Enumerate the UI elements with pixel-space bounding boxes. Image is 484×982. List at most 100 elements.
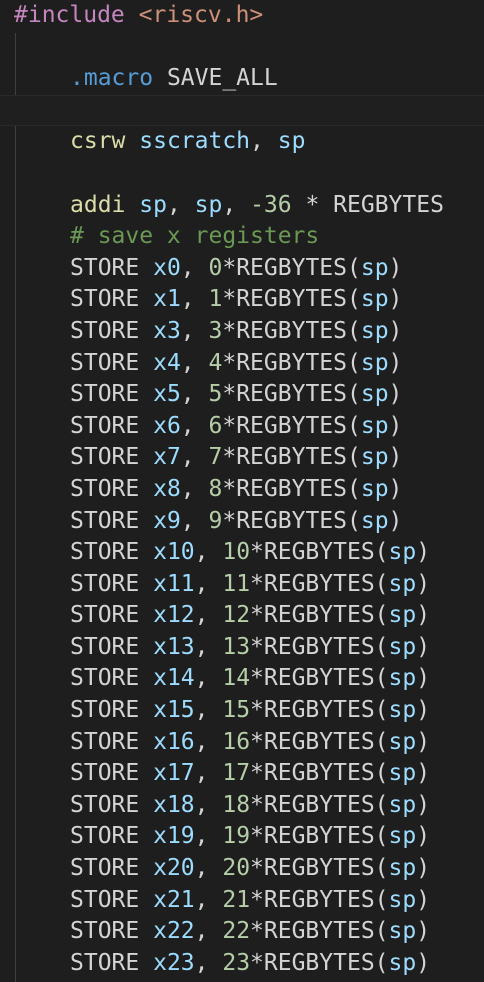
code-token: *REGBYTES( [222, 254, 361, 281]
code-line[interactable]: STORE x15, 15*REGBYTES(sp) [0, 695, 484, 727]
code-line[interactable]: STORE x10, 10*REGBYTES(sp) [0, 537, 484, 569]
code-token: STORE [70, 602, 154, 629]
code-token: STORE [70, 886, 154, 913]
code-token: <riscv.h> [138, 2, 264, 28]
code-token: ) [416, 918, 431, 945]
code-line[interactable]: STORE x7, 7*REGBYTES(sp) [0, 442, 484, 474]
code-token: STORE [70, 697, 154, 724]
code-line[interactable]: STORE x4, 4*REGBYTES(sp) [0, 348, 484, 380]
code-line[interactable]: STORE x11, 11*REGBYTES(sp) [0, 569, 484, 601]
code-token: ) [388, 349, 403, 376]
code-line[interactable]: STORE x13, 13*REGBYTES(sp) [0, 632, 484, 664]
code-token: 18 [222, 791, 251, 818]
code-token: sp [388, 918, 417, 945]
code-token: x19 [153, 823, 195, 850]
code-line[interactable]: STORE x8, 8*REGBYTES(sp) [0, 474, 484, 506]
code-line[interactable]: #include <riscv.h> [0, 0, 484, 32]
code-token: ) [416, 791, 431, 818]
code-line[interactable]: .macro SAVE_ALL [0, 63, 484, 95]
code-line[interactable]: # save x registers [0, 221, 484, 253]
code-token: x10 [153, 539, 195, 566]
code-token: x20 [153, 855, 195, 882]
code-token: * REGBYTES [291, 191, 444, 218]
code-token: 22 [222, 918, 251, 945]
code-line[interactable]: STORE x12, 12*REGBYTES(sp) [0, 600, 484, 632]
code-token: ) [416, 823, 431, 850]
code-line[interactable]: STORE x21, 21*REGBYTES(sp) [0, 885, 484, 917]
code-line[interactable]: STORE x1, 1*REGBYTES(sp) [0, 284, 484, 316]
code-token: ) [416, 760, 431, 787]
code-line[interactable]: STORE x3, 3*REGBYTES(sp) [0, 316, 484, 348]
code-token: 6 [208, 412, 223, 439]
code-token: *REGBYTES( [250, 886, 389, 913]
code-token: 14 [222, 665, 251, 692]
code-token: 5 [208, 381, 223, 408]
code-line[interactable]: addi sp, sp, -36 * REGBYTES [0, 190, 484, 222]
code-line[interactable]: STORE x16, 16*REGBYTES(sp) [0, 727, 484, 759]
code-token: sp [360, 254, 389, 281]
code-token: , [180, 254, 209, 281]
code-token: x22 [153, 918, 195, 945]
code-editor[interactable]: #include <riscv.h>​.macro SAVE_ALL​csrw … [0, 0, 484, 982]
code-token: , [180, 381, 209, 408]
code-token: STORE [70, 475, 154, 502]
code-lines[interactable]: #include <riscv.h>​.macro SAVE_ALL​csrw … [0, 0, 484, 979]
code-token: sp [388, 823, 417, 850]
code-token: x23 [153, 949, 195, 976]
code-line[interactable]: STORE x9, 9*REGBYTES(sp) [0, 506, 484, 538]
code-token: sp [139, 191, 167, 218]
code-token: -36 [250, 191, 292, 218]
current-line[interactable]: ​ [0, 94, 484, 127]
code-token: , [194, 791, 223, 818]
code-token: , [194, 697, 223, 724]
code-token: 4 [208, 349, 223, 376]
code-token: x14 [153, 665, 195, 692]
code-token: , [180, 444, 209, 471]
code-token: ) [416, 728, 431, 755]
code-line[interactable]: STORE x6, 6*REGBYTES(sp) [0, 411, 484, 443]
code-token: sp [388, 665, 417, 692]
code-line[interactable]: STORE x0, 0*REGBYTES(sp) [0, 253, 484, 285]
code-token: sp [388, 886, 417, 913]
code-token: , [180, 286, 209, 313]
code-line[interactable]: STORE x19, 19*REGBYTES(sp) [0, 821, 484, 853]
code-token: STORE [70, 728, 154, 755]
code-token: x12 [153, 602, 195, 629]
code-token: sp [388, 728, 417, 755]
code-line[interactable]: STORE x14, 14*REGBYTES(sp) [0, 663, 484, 695]
code-line[interactable]: STORE x17, 17*REGBYTES(sp) [0, 758, 484, 790]
code-token: 15 [222, 697, 251, 724]
code-line[interactable]: STORE x23, 23*REGBYTES(sp) [0, 948, 484, 980]
code-line[interactable]: ​ [0, 158, 484, 190]
code-token: 3 [208, 317, 223, 344]
code-token: x18 [153, 791, 195, 818]
code-token: *REGBYTES( [222, 507, 361, 534]
code-line[interactable]: csrw sscratch, sp [0, 126, 484, 158]
code-token: ) [416, 949, 431, 976]
code-token: *REGBYTES( [222, 317, 361, 344]
code-token: 1 [208, 286, 223, 313]
code-token: ) [388, 444, 403, 471]
code-token: STORE [70, 317, 154, 344]
code-token: 19 [222, 823, 251, 850]
code-token: *REGBYTES( [222, 349, 361, 376]
code-token: ) [388, 286, 403, 313]
code-token: x4 [153, 349, 181, 376]
code-line[interactable]: STORE x22, 22*REGBYTES(sp) [0, 916, 484, 948]
code-token: , [180, 507, 209, 534]
code-token: , [180, 317, 209, 344]
code-token: , [194, 918, 223, 945]
code-line[interactable]: ​ [0, 32, 484, 64]
code-token: 7 [208, 444, 223, 471]
code-token: ) [388, 475, 403, 502]
code-token: x11 [153, 570, 195, 597]
code-line[interactable]: STORE x20, 20*REGBYTES(sp) [0, 853, 484, 885]
code-line[interactable]: STORE x18, 18*REGBYTES(sp) [0, 790, 484, 822]
code-line[interactable]: STORE x5, 5*REGBYTES(sp) [0, 379, 484, 411]
code-token: STORE [70, 855, 154, 882]
code-token: x3 [153, 317, 181, 344]
code-token: sp [360, 444, 389, 471]
code-token: *REGBYTES( [250, 855, 389, 882]
